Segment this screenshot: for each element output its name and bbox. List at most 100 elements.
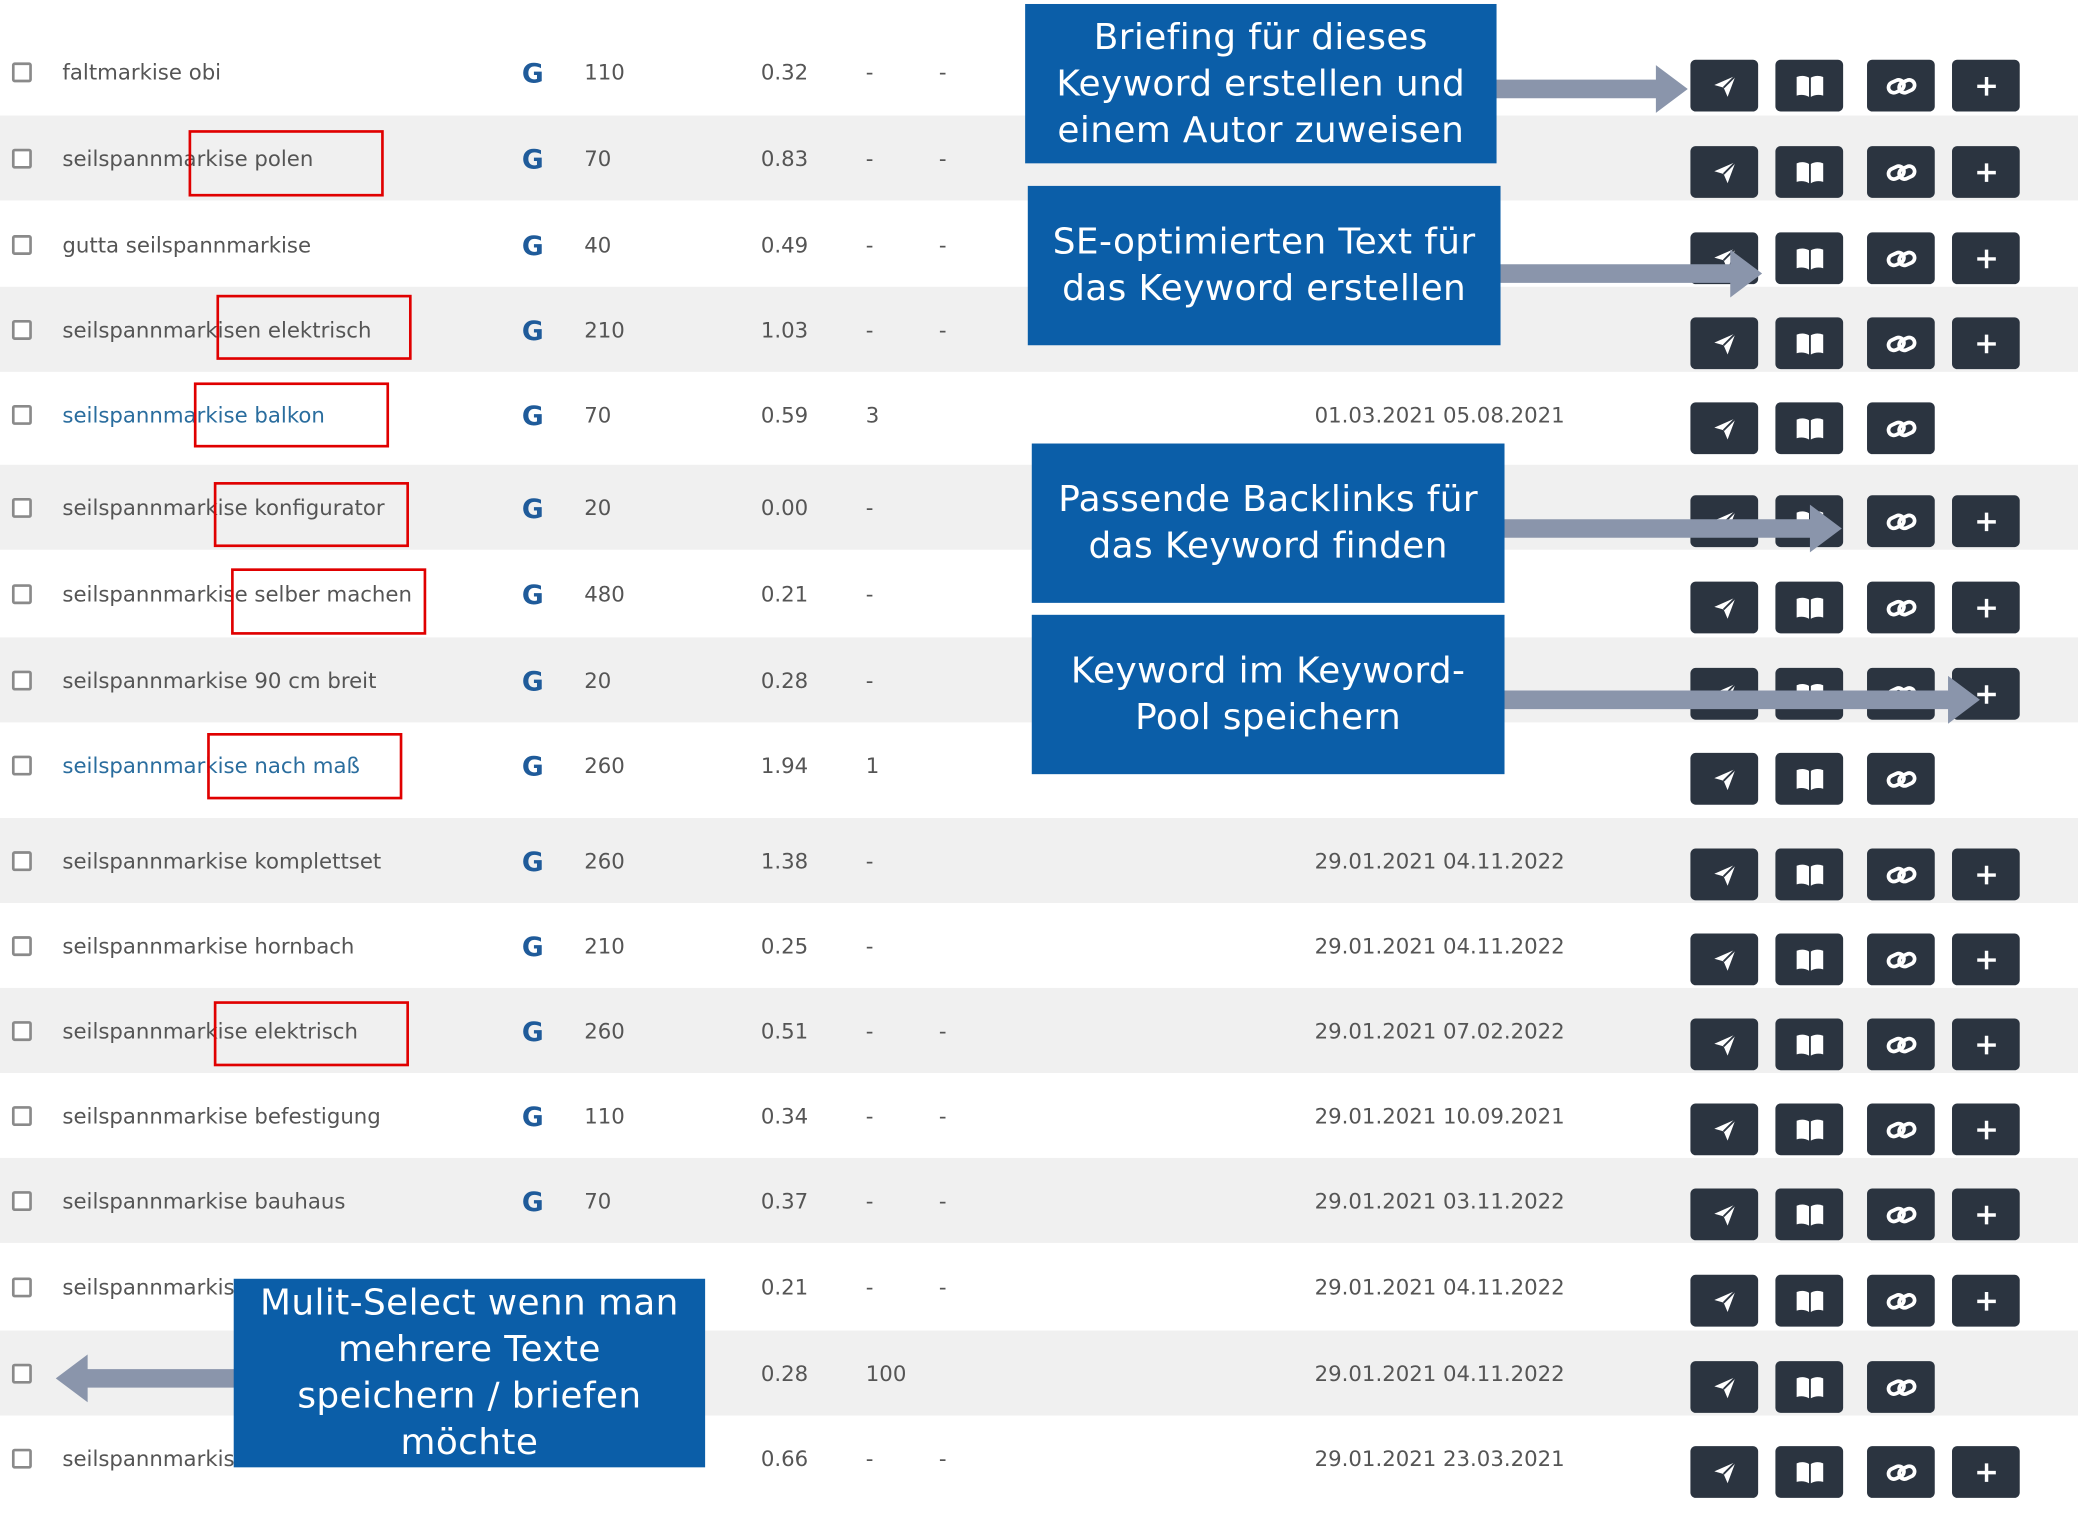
row-checkbox[interactable] [11, 405, 32, 425]
search-volume: 20 [584, 495, 612, 521]
create-text-button[interactable] [1775, 752, 1844, 805]
google-g-icon: G [521, 665, 544, 698]
row-checkbox[interactable] [11, 1106, 32, 1127]
search-volume: 20 [584, 667, 612, 694]
backlinks-button[interactable] [1867, 752, 1935, 805]
row-checkbox[interactable] [11, 1191, 32, 1212]
backlinks-button[interactable] [1867, 59, 1935, 112]
create-text-button[interactable] [1775, 59, 1844, 112]
highlight-box [207, 733, 403, 800]
send-icon [1711, 72, 1738, 99]
create-text-button[interactable] [1775, 933, 1844, 986]
book-icon [1795, 862, 1824, 886]
row-checkbox[interactable] [11, 148, 32, 169]
backlinks-button[interactable] [1867, 232, 1935, 285]
backlinks-button[interactable] [1867, 495, 1935, 548]
create-text-button[interactable] [1775, 1446, 1844, 1498]
row-checkbox[interactable] [11, 584, 32, 605]
create-text-button[interactable] [1775, 1274, 1844, 1327]
rank-value: - [938, 317, 947, 343]
add-to-pool-button[interactable] [1952, 146, 2020, 198]
cpc-value: 0.51 [760, 1018, 809, 1044]
book-icon [1795, 1032, 1824, 1056]
rank-value: - [938, 232, 947, 258]
plus-icon [1974, 246, 1998, 270]
row-checkbox[interactable] [11, 62, 32, 83]
backlinks-button[interactable] [1867, 1018, 1935, 1071]
briefing-button[interactable] [1690, 1018, 1759, 1071]
briefing-button[interactable] [1690, 581, 1759, 634]
add-to-pool-button[interactable] [1952, 1018, 2020, 1071]
cpc-value: 1.94 [760, 752, 809, 779]
backlinks-button[interactable] [1867, 317, 1935, 370]
create-text-button[interactable] [1775, 1103, 1844, 1156]
create-text-button[interactable] [1775, 232, 1844, 285]
google-g-icon: G [521, 578, 544, 611]
add-to-pool-button[interactable] [1952, 495, 2020, 548]
row-checkbox[interactable] [11, 670, 32, 691]
backlinks-button[interactable] [1867, 1103, 1935, 1156]
google-g-icon: G [521, 492, 544, 525]
row-checkbox[interactable] [11, 235, 32, 255]
row-checkbox[interactable] [11, 1363, 32, 1384]
create-text-button[interactable] [1775, 317, 1844, 370]
book-icon [1795, 596, 1824, 620]
keyword-text: gutta seilspannmarkise [62, 232, 312, 258]
add-to-pool-button[interactable] [1952, 1446, 2020, 1498]
briefing-button[interactable] [1690, 1446, 1759, 1498]
add-to-pool-button[interactable] [1952, 59, 2020, 112]
arrow-right-icon [1496, 249, 1763, 298]
rank-value: - [938, 1274, 947, 1301]
briefing-button[interactable] [1690, 1103, 1759, 1156]
briefing-button[interactable] [1690, 1274, 1759, 1327]
competition-value: - [865, 581, 874, 607]
backlinks-button[interactable] [1867, 1361, 1935, 1413]
briefing-button[interactable] [1690, 848, 1759, 901]
add-to-pool-button[interactable] [1952, 581, 2020, 634]
row-checkbox[interactable] [11, 1448, 32, 1469]
briefing-button[interactable] [1690, 402, 1759, 455]
create-text-button[interactable] [1775, 1361, 1844, 1413]
add-to-pool-button[interactable] [1952, 232, 2020, 285]
keyword-table: faltmarkise obi G 110 0.32- - seilspannmarkis… [0, 0, 2078, 1508]
row-checkbox[interactable] [11, 851, 32, 872]
create-text-button[interactable] [1775, 1018, 1844, 1071]
add-to-pool-button[interactable] [1952, 1274, 2020, 1327]
plus-icon [1974, 160, 1998, 184]
briefing-button[interactable] [1690, 317, 1759, 370]
create-text-button[interactable] [1775, 146, 1844, 198]
row-checkbox[interactable] [11, 755, 32, 776]
row-checkbox[interactable] [11, 1021, 32, 1042]
highlight-box [231, 568, 427, 635]
row-checkbox[interactable] [11, 936, 32, 957]
backlinks-button[interactable] [1867, 933, 1935, 986]
backlinks-button[interactable] [1867, 1188, 1935, 1241]
backlinks-button[interactable] [1867, 1446, 1935, 1498]
add-to-pool-button[interactable] [1952, 848, 2020, 901]
briefing-button[interactable] [1690, 933, 1759, 986]
briefing-button[interactable] [1690, 1188, 1759, 1241]
row-checkbox[interactable] [11, 497, 32, 518]
create-text-button[interactable] [1775, 1188, 1844, 1241]
backlinks-button[interactable] [1867, 402, 1935, 455]
backlinks-button[interactable] [1867, 1274, 1935, 1327]
create-text-button[interactable] [1775, 848, 1844, 901]
add-to-pool-button[interactable] [1952, 317, 2020, 370]
row-checkbox[interactable] [11, 1277, 32, 1298]
backlinks-button[interactable] [1867, 581, 1935, 634]
create-text-button[interactable] [1775, 581, 1844, 634]
highlight-box [216, 294, 412, 360]
briefing-button[interactable] [1690, 752, 1759, 805]
add-to-pool-button[interactable] [1952, 1103, 2020, 1156]
briefing-button[interactable] [1690, 1361, 1759, 1413]
add-to-pool-button[interactable] [1952, 1188, 2020, 1241]
send-icon [1711, 766, 1738, 793]
backlinks-button[interactable] [1867, 146, 1935, 198]
create-text-button[interactable] [1775, 402, 1844, 455]
briefing-button[interactable] [1690, 146, 1759, 198]
backlinks-button[interactable] [1867, 848, 1935, 901]
cpc-value: 0.21 [760, 581, 809, 607]
briefing-button[interactable] [1690, 59, 1759, 112]
add-to-pool-button[interactable] [1952, 933, 2020, 986]
row-checkbox[interactable] [11, 320, 32, 340]
